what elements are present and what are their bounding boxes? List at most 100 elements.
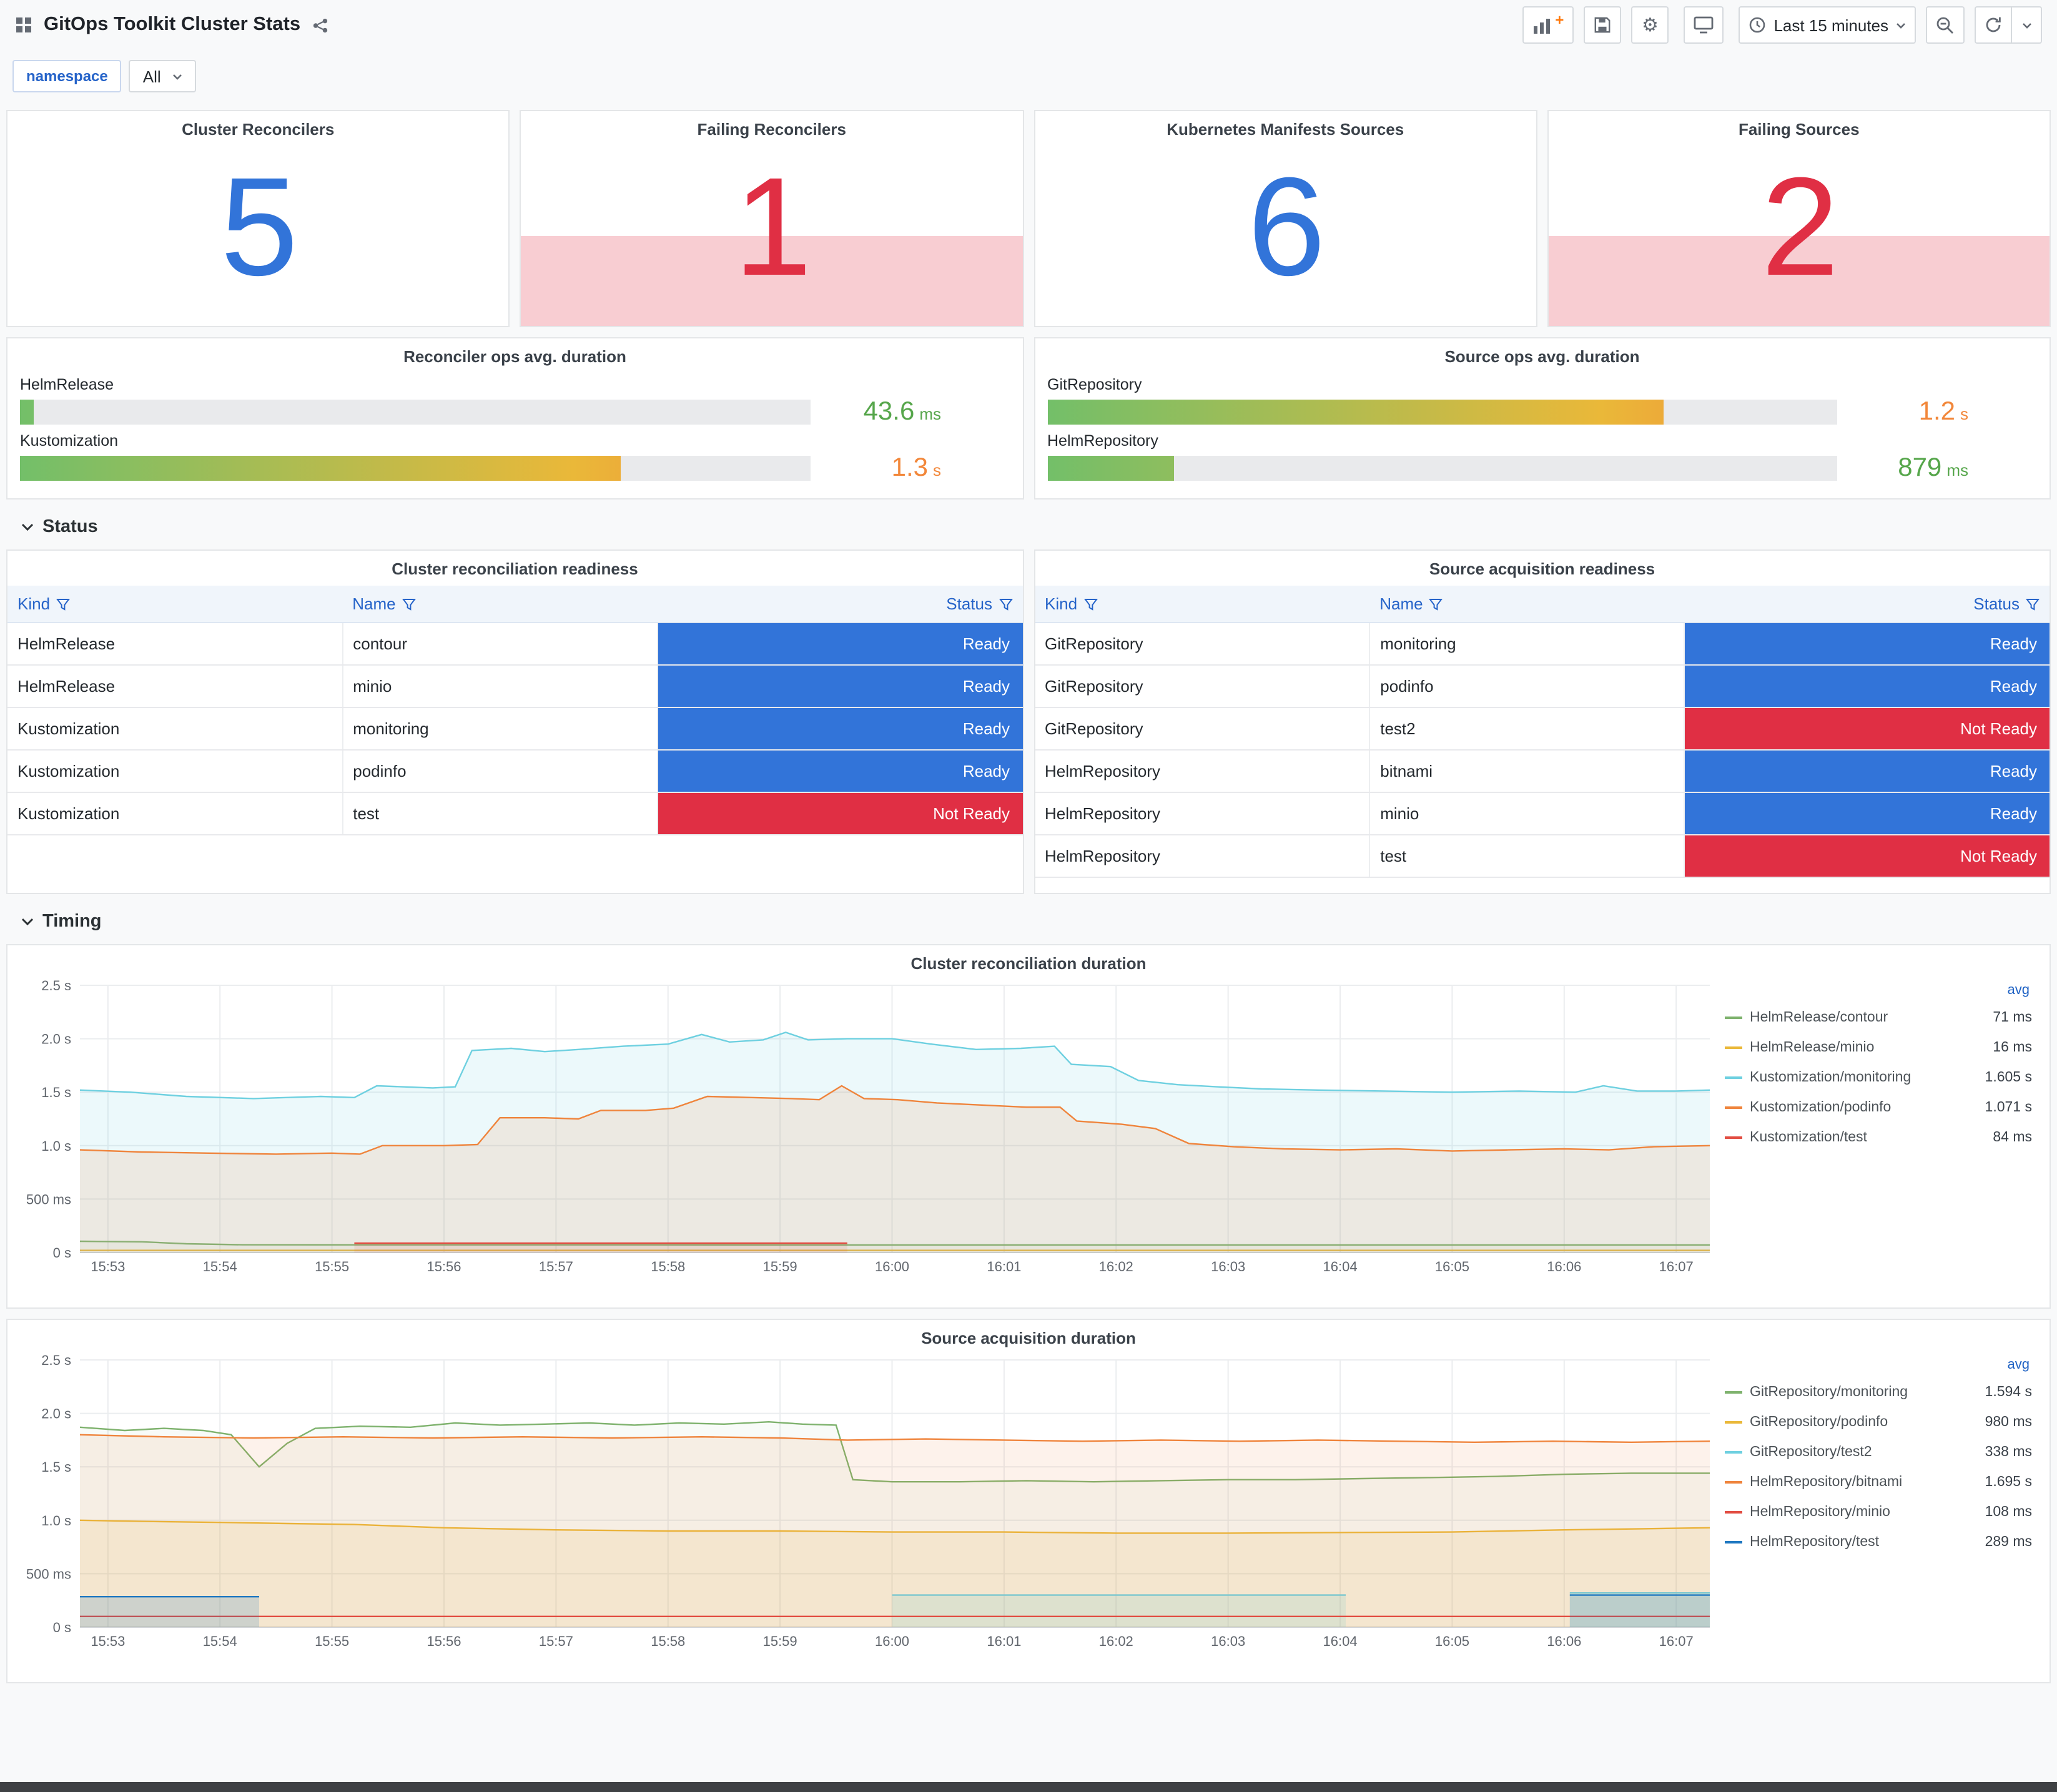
refresh-button[interactable] [1975, 6, 2012, 44]
legend-item[interactable]: HelmRepository/minio 108 ms [1725, 1497, 2032, 1527]
legend-item[interactable]: Kustomization/podinfo 1.071 s [1725, 1093, 2032, 1123]
dashboard-settings-button[interactable]: ⚙ [1631, 6, 1669, 44]
series-color-swatch [1725, 1450, 1742, 1454]
table-row: HelmRepository bitnami Ready [1035, 750, 2050, 793]
svg-text:2.5 s: 2.5 s [41, 1352, 71, 1368]
status-badge: Not Ready [1685, 835, 2050, 877]
svg-text:16:06: 16:06 [1547, 1633, 1581, 1649]
col-header-status[interactable]: Status [657, 586, 1022, 623]
series-name: HelmRepository/test [1750, 1535, 1880, 1550]
readiness-table: Kind Name Status GitRepository monitoring Rea… [1035, 586, 2050, 878]
readiness-table: Kind Name Status HelmRelease contour Ready Hel… [7, 586, 1022, 835]
tv-mode-button[interactable] [1684, 6, 1724, 44]
chevron-down-icon [1897, 22, 1905, 28]
status-badge: Ready [1685, 793, 2050, 834]
apps-grid-icon[interactable] [15, 16, 32, 34]
filter-icon[interactable] [402, 598, 416, 611]
panel-title[interactable]: Cluster Reconcilers [7, 111, 508, 144]
filter-icon[interactable] [1429, 598, 1443, 611]
stats-row: Cluster Reconcilers 5 Failing Reconciler… [6, 110, 2051, 327]
chevron-down-icon [2022, 22, 2031, 28]
name-cell: test2 [1369, 707, 1685, 751]
svg-text:1.5 s: 1.5 s [41, 1459, 71, 1475]
svg-text:16:07: 16:07 [1659, 1633, 1694, 1649]
panel-title[interactable]: Kubernetes Manifests Sources [1035, 111, 1536, 144]
filter-icon[interactable] [1083, 598, 1098, 611]
legend-item[interactable]: GitRepository/podinfo 980 ms [1725, 1407, 2032, 1437]
name-cell: contour [342, 623, 658, 666]
legend-item[interactable]: GitRepository/monitoring 1.594 s [1725, 1377, 2032, 1407]
chevron-down-icon [21, 918, 34, 925]
time-series-plot[interactable]: 15:53 15:54 15:55 15:56 15:57 15:58 15:59 16:00… [17, 978, 1717, 1278]
legend-item[interactable]: Kustomization/monitoring 1.605 s [1725, 1063, 2032, 1093]
col-header-kind[interactable]: Kind [7, 586, 343, 623]
panel-title[interactable]: Cluster reconciliation duration [17, 945, 2040, 978]
legend-item[interactable]: HelmRelease/minio 16 ms [1725, 1033, 2032, 1063]
legend-item[interactable]: HelmRelease/contour 71 ms [1725, 1003, 2032, 1033]
save-dashboard-button[interactable] [1584, 6, 1622, 44]
refresh-interval-dropdown[interactable] [2012, 6, 2042, 44]
svg-text:16:00: 16:00 [875, 1259, 909, 1274]
panel-title[interactable]: Source acquisition readiness [1035, 551, 2050, 583]
filter-icon[interactable] [999, 598, 1012, 611]
time-range-picker[interactable]: Last 15 minutes [1739, 6, 1916, 44]
section-row-timing[interactable]: Timing [6, 904, 2051, 934]
gauge-value: 1.2 s [1918, 397, 1968, 426]
series-avg-value: 71 ms [1993, 1010, 2032, 1025]
panel-title[interactable]: Reconciler ops avg. duration [20, 338, 1010, 371]
panel-title[interactable]: Source ops avg. duration [1047, 338, 2037, 371]
svg-text:16:03: 16:03 [1211, 1633, 1245, 1649]
status-badge: Not Ready [1685, 708, 2050, 749]
svg-text:0 s: 0 s [53, 1245, 71, 1261]
section-title: Timing [42, 912, 102, 932]
panel-title[interactable]: Cluster reconciliation readiness [7, 551, 1022, 583]
status-badge: Ready [1685, 666, 2050, 707]
zoom-out-icon [1936, 16, 1953, 33]
variable-label-namespace: namespace [12, 60, 122, 92]
time-range-label: Last 15 minutes [1773, 16, 1888, 34]
legend-item[interactable]: HelmRepository/test 289 ms [1725, 1527, 2032, 1557]
name-cell: monitoring [1369, 623, 1685, 666]
filter-icon[interactable] [2026, 598, 2040, 611]
panel-title[interactable]: Failing Reconcilers [521, 111, 1022, 144]
time-series-plot[interactable]: 15:53 15:54 15:55 15:56 15:57 15:58 15:59 16:00… [17, 1352, 1717, 1652]
svg-text:16:01: 16:01 [987, 1259, 1021, 1274]
panel-title[interactable]: Source acquisition duration [17, 1320, 2040, 1352]
col-header-name[interactable]: Name [342, 586, 657, 623]
svg-text:16:07: 16:07 [1659, 1259, 1694, 1274]
legend-item[interactable]: GitRepository/test2 338 ms [1725, 1437, 2032, 1467]
name-cell: podinfo [1369, 665, 1685, 708]
table-row: HelmRelease minio Ready [7, 665, 1022, 708]
bar-gauge-track [1047, 456, 1837, 481]
legend-item[interactable]: Kustomization/test 84 ms [1725, 1123, 2032, 1153]
stat-panel-cluster-reconcilers: Cluster Reconcilers 5 [6, 110, 510, 327]
svg-text:16:03: 16:03 [1211, 1259, 1245, 1274]
table-row: Kustomization test Not Ready [7, 792, 1022, 835]
panel-source-ops-avg-duration: Source ops avg. duration GitRepository 1… [1033, 337, 2051, 500]
gauge-value: 1.3 s [891, 453, 941, 482]
filter-icon[interactable] [56, 598, 71, 611]
variable-value-namespace[interactable]: All [129, 60, 196, 92]
status-badge: Ready [658, 751, 1022, 792]
col-header-status[interactable]: Status [1684, 586, 2050, 623]
panel-title[interactable]: Failing Sources [1549, 111, 2050, 144]
svg-text:16:05: 16:05 [1435, 1259, 1469, 1274]
table-row: HelmRelease contour Ready [7, 623, 1022, 666]
svg-text:2.5 s: 2.5 s [41, 978, 71, 993]
series-avg-value: 108 ms [1985, 1505, 2032, 1520]
bar-gauge-fill [1047, 400, 1664, 425]
kind-cell: HelmRelease [7, 665, 343, 708]
svg-text:16:04: 16:04 [1323, 1259, 1358, 1274]
legend-item[interactable]: HelmRepository/bitnami 1.695 s [1725, 1467, 2032, 1497]
section-row-status[interactable]: Status [6, 510, 2051, 539]
bar-gauge-track [20, 400, 810, 425]
series-color-swatch [1725, 1510, 1742, 1514]
zoom-out-button[interactable] [1926, 6, 1965, 44]
name-cell: minio [1369, 792, 1685, 835]
share-icon[interactable] [312, 17, 328, 33]
series-color-swatch [1725, 1016, 1742, 1020]
col-header-kind[interactable]: Kind [1035, 586, 1370, 623]
add-panel-button[interactable]: + [1522, 6, 1574, 44]
col-header-name[interactable]: Name [1369, 586, 1684, 623]
name-cell: test [1369, 835, 1685, 878]
